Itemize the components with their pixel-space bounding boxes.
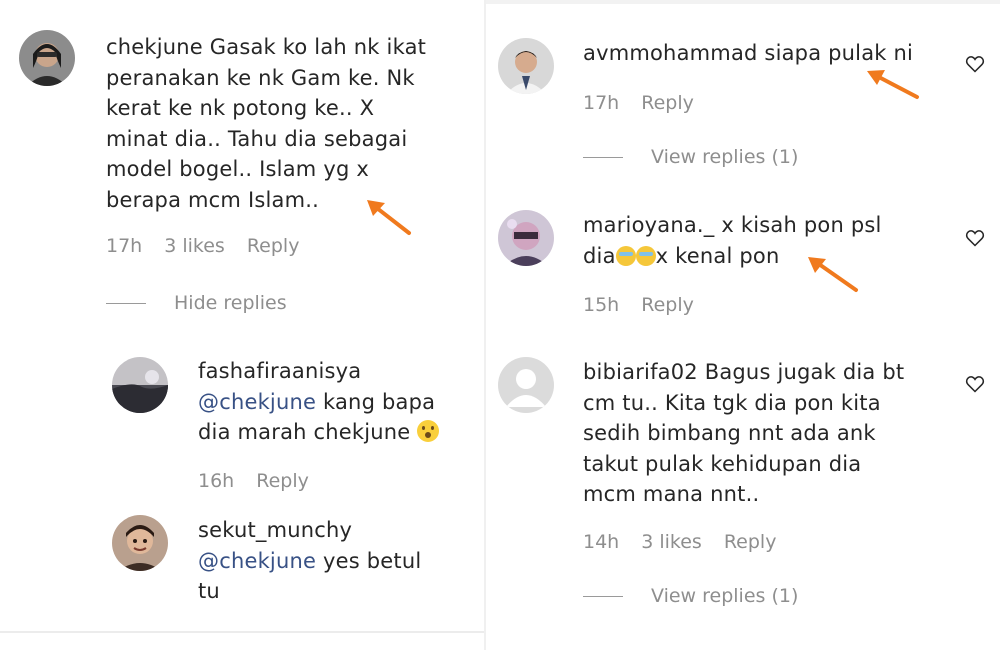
- avatar[interactable]: [498, 38, 554, 94]
- reply-button[interactable]: Reply: [256, 470, 309, 492]
- reply-button[interactable]: Reply: [641, 92, 694, 114]
- comment-line: sedih bimbang nnt ada ank: [583, 421, 876, 445]
- comment-text: bibiarifa02 Bagus jugak dia bt cm tu.. K…: [583, 357, 904, 510]
- reply-line-text: dia marah chekjune: [198, 420, 418, 444]
- heart-icon[interactable]: [965, 54, 985, 74]
- timestamp: 14h: [583, 531, 620, 553]
- reply-button[interactable]: Reply: [641, 294, 694, 316]
- comment-line: peranakan ke nk Gam ke. Nk: [106, 65, 415, 90]
- hide-replies-button[interactable]: Hide replies: [106, 292, 287, 314]
- comment-line: bibiarifa02 Bagus jugak dia bt: [583, 360, 905, 384]
- comment-line-text: x kenal pon: [655, 243, 780, 268]
- reply-line: @chekjune yes betul: [198, 546, 421, 577]
- mention-link[interactable]: @chekjune: [198, 549, 316, 573]
- comment-meta: 17h Reply: [583, 92, 716, 114]
- reply-button[interactable]: Reply: [724, 531, 777, 553]
- timestamp: 16h: [198, 470, 235, 492]
- avatar[interactable]: [19, 30, 75, 86]
- avatar[interactable]: [498, 357, 554, 413]
- view-replies-label: View replies (1): [651, 146, 799, 168]
- timestamp: 17h: [583, 92, 620, 114]
- comment-line: kerat ke nk potong ke.. X: [106, 96, 375, 120]
- reply-username[interactable]: fashafiraanisya: [198, 356, 439, 387]
- avatar[interactable]: [112, 357, 168, 413]
- reply-line: tu: [198, 579, 220, 603]
- timestamp: 15h: [583, 294, 620, 316]
- reply-username[interactable]: sekut_munchy: [198, 515, 421, 546]
- comment-line: chekjune Gasak ko lah nk ikat: [106, 35, 427, 59]
- comment-meta: 14h 3 likes Reply: [583, 531, 798, 553]
- comment-line: marioyana._ x kisah pon psl: [583, 213, 882, 237]
- dash-line: [583, 595, 623, 598]
- comment-line: model bogel.. Islam yg x: [106, 157, 369, 181]
- comment-line: avmmohammad siapa pulak ni: [583, 41, 914, 65]
- view-replies-button[interactable]: View replies (1): [583, 146, 798, 168]
- comment-line-text: dia: [583, 243, 616, 268]
- arrow-annotation: [367, 200, 411, 235]
- dash-line: [583, 156, 623, 159]
- reply-line: @chekjune kang bapa: [198, 387, 439, 418]
- comment-line: mcm mana nnt..: [583, 482, 760, 506]
- comment-line: takut pulak kehidupan dia: [583, 451, 862, 476]
- arrow-annotation: [808, 257, 858, 292]
- timestamp: 17h: [106, 235, 143, 257]
- likes-count[interactable]: 3 likes: [641, 531, 702, 553]
- reply-line-text: kang bapa: [316, 389, 436, 414]
- heart-icon[interactable]: [965, 228, 985, 248]
- view-replies-button[interactable]: View replies (1): [583, 585, 798, 607]
- crying-emoji-icon: [635, 245, 656, 266]
- arrow-annotation: [867, 70, 919, 99]
- reply-text: sekut_munchy @chekjune yes betul tu: [198, 515, 421, 607]
- heart-icon[interactable]: [965, 374, 985, 394]
- dash-line: [106, 302, 146, 305]
- comment-line: minat dia.. Tahu dia sebagai: [106, 126, 408, 151]
- comment-line: cm tu.. Kita tgk dia pon kita: [583, 390, 881, 415]
- avatar[interactable]: [112, 515, 168, 571]
- likes-count[interactable]: 3 likes: [164, 235, 225, 257]
- comment-text: avmmohammad siapa pulak ni: [583, 38, 913, 69]
- comment-meta: 15h Reply: [583, 294, 716, 316]
- avatar[interactable]: [498, 210, 554, 266]
- mention-link[interactable]: @chekjune: [198, 390, 316, 414]
- hide-replies-label: Hide replies: [174, 292, 287, 314]
- bottom-border: [0, 631, 484, 633]
- comment-text: chekjune Gasak ko lah nk ikat peranakan …: [106, 32, 426, 215]
- surprised-emoji-icon: [417, 420, 440, 442]
- reply-line-text: yes betul: [316, 548, 422, 573]
- crying-emoji-icon: [615, 245, 636, 266]
- reply-text: fashafiraanisya @chekjune kang bapa dia …: [198, 356, 440, 448]
- comment-meta: 17h 3 likes Reply: [106, 235, 321, 257]
- top-border: [486, 0, 1000, 4]
- reply-meta: 16h Reply: [198, 470, 331, 492]
- view-replies-label: View replies (1): [651, 585, 799, 607]
- reply-button[interactable]: Reply: [247, 235, 300, 257]
- reply-line: dia marah chekjune: [198, 417, 440, 448]
